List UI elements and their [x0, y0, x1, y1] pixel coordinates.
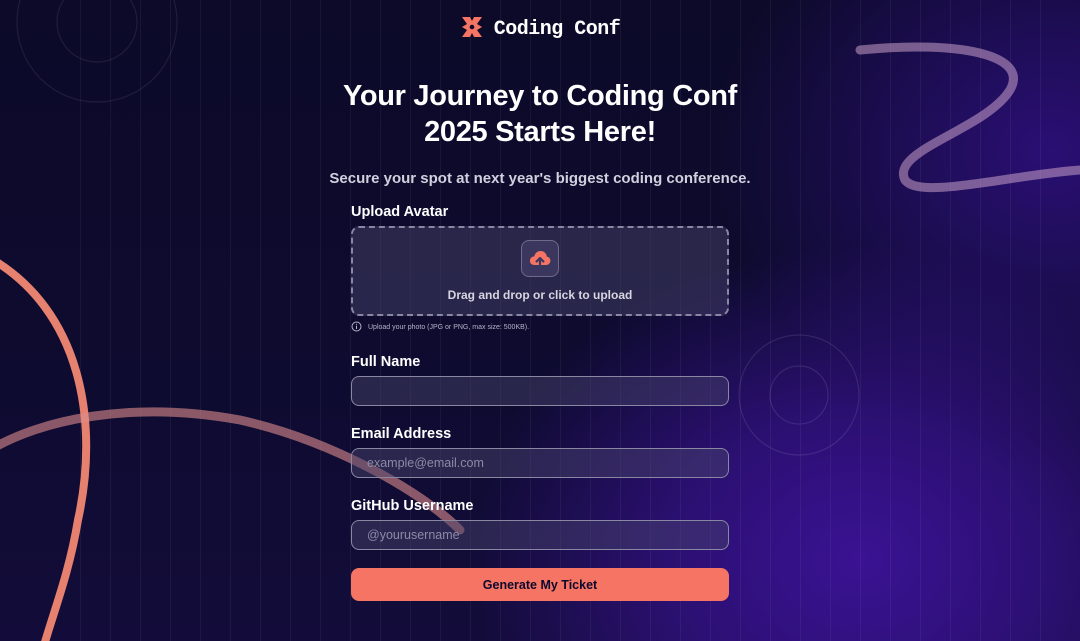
github-group: GitHub Username — [351, 498, 729, 550]
avatar-label: Upload Avatar — [351, 204, 449, 220]
avatar-hint-text: Upload your photo (JPG or PNG, max size:… — [368, 324, 530, 331]
email-input[interactable] — [351, 448, 729, 478]
page-subtitle: Secure your spot at next year's biggest … — [329, 170, 751, 187]
cloud-upload-icon — [521, 240, 559, 277]
generate-ticket-button[interactable]: Generate My Ticket — [351, 568, 729, 601]
page-title-line-1: Your Journey to Coding Conf — [342, 80, 738, 112]
avatar-dropzone[interactable]: Drag and drop or click to upload — [351, 226, 729, 316]
page-title-line-2: 2025 Starts Here! — [424, 116, 656, 148]
decor-circle-inner-right — [769, 365, 829, 425]
email-label: Email Address — [351, 426, 452, 442]
brand-name: Coding Conf — [493, 18, 621, 41]
avatar-hint: Upload your photo (JPG or PNG, max size:… — [351, 321, 729, 334]
page-title: Your Journey to Coding Conf 2025 Starts … — [0, 78, 1080, 150]
email-group: Email Address — [351, 426, 729, 478]
decor-circle-outer-right — [738, 334, 860, 456]
ticket-form: Upload Avatar Drag and drop or click to … — [351, 204, 729, 601]
github-label: GitHub Username — [351, 498, 474, 514]
info-icon — [351, 321, 362, 334]
full-name-group: Full Name — [351, 354, 729, 406]
full-name-label: Full Name — [351, 354, 421, 370]
github-username-input[interactable] — [351, 520, 729, 550]
coding-conf-logo-icon — [460, 15, 484, 44]
decor-arc-left — [0, 259, 91, 641]
site-header: Coding Conf — [0, 15, 1080, 44]
full-name-input[interactable] — [351, 376, 729, 406]
dropzone-text: Drag and drop or click to upload — [447, 288, 633, 302]
